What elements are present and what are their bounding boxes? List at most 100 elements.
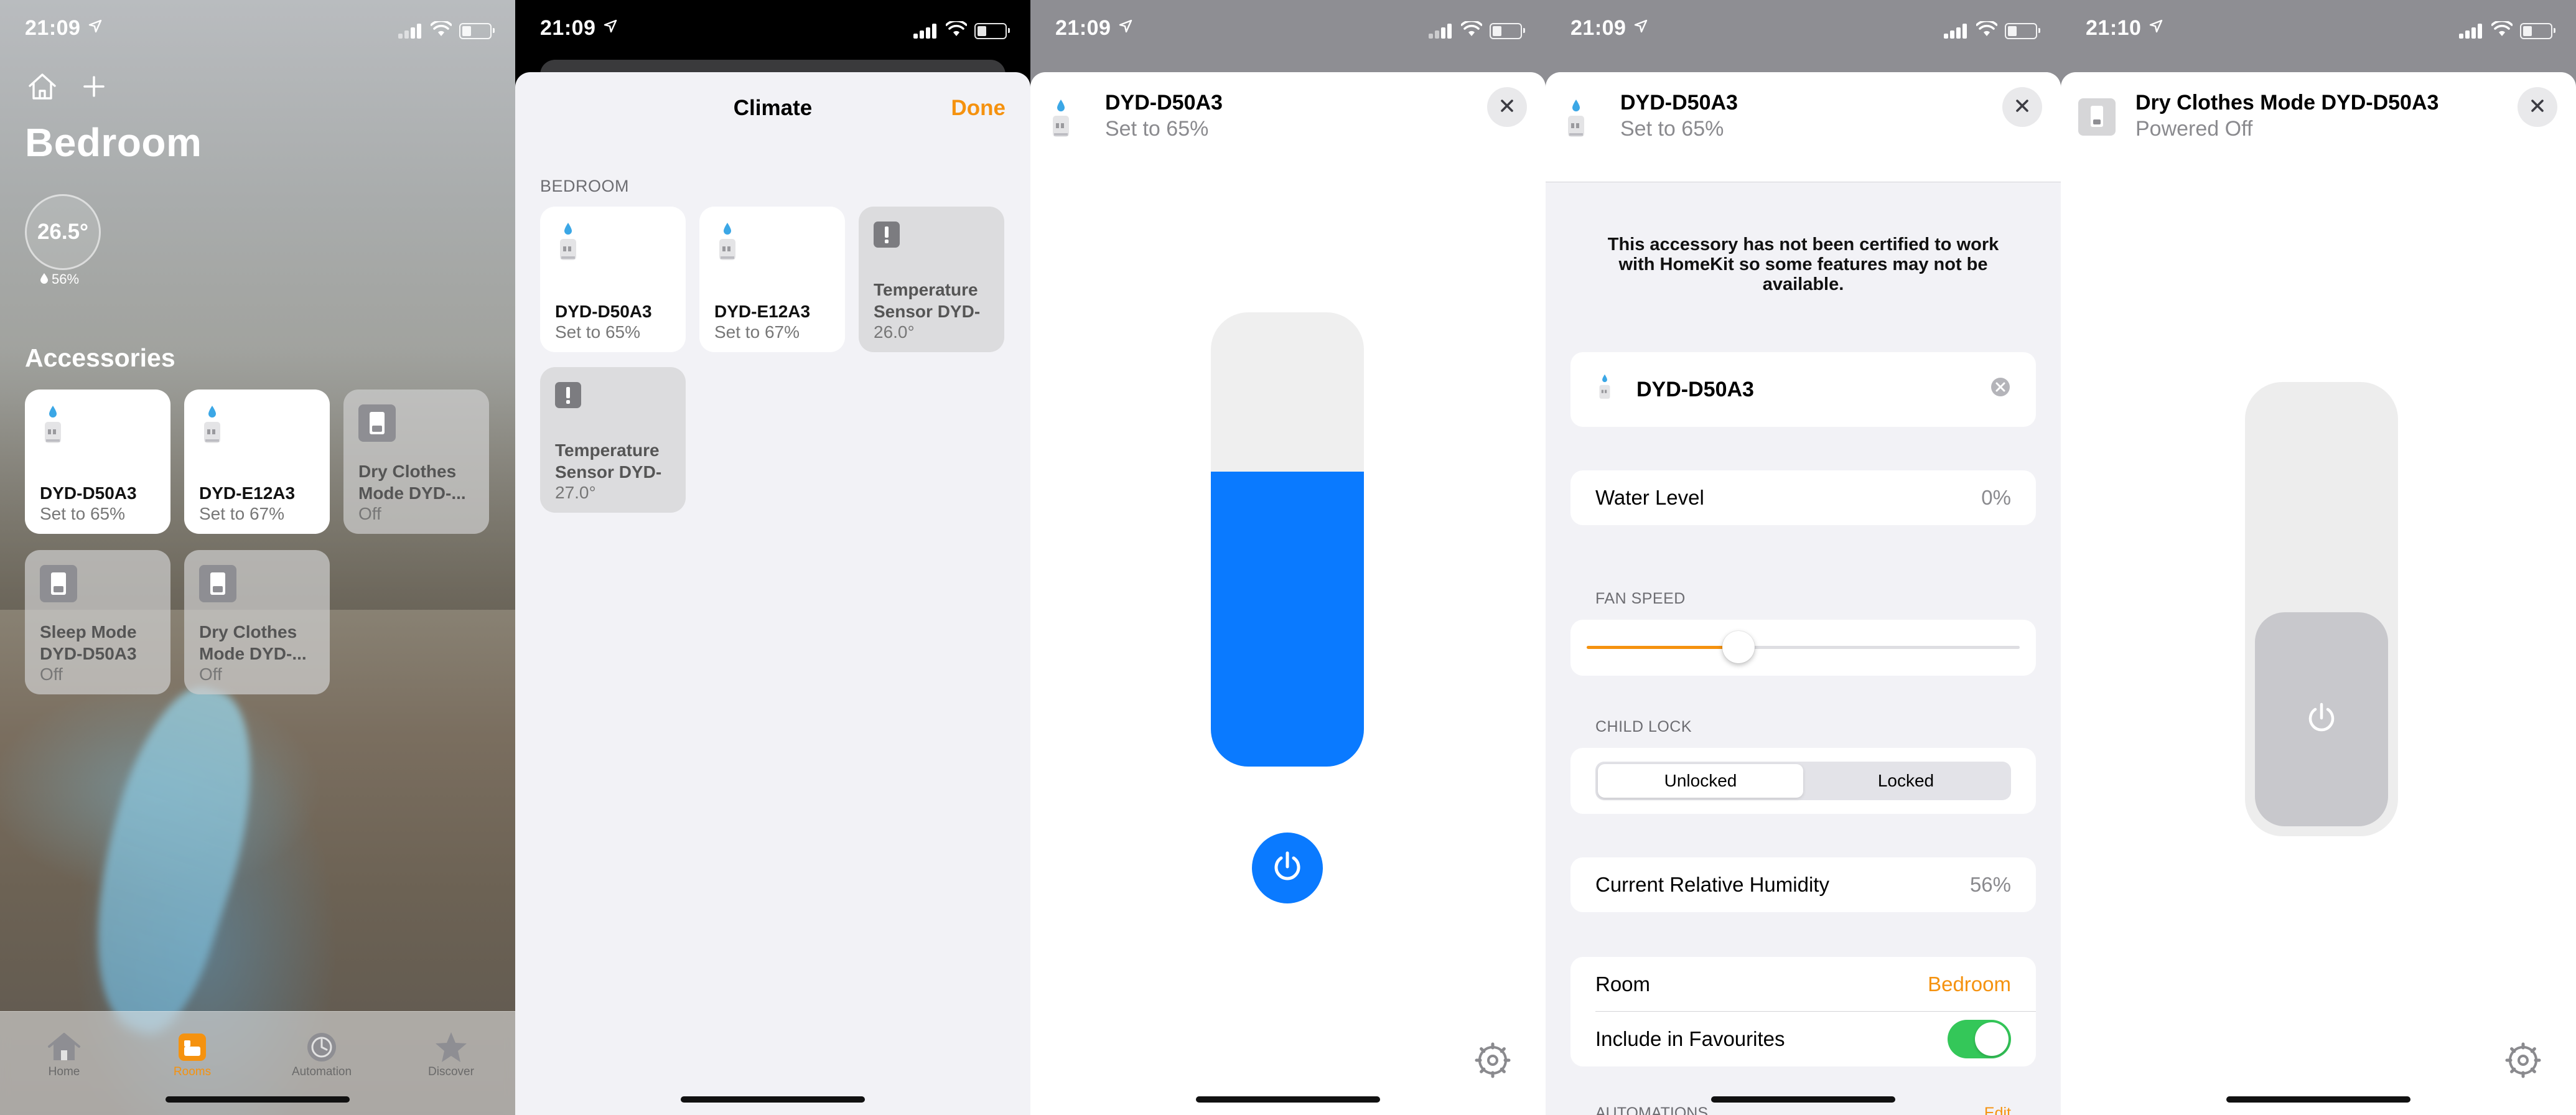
room-row[interactable]: Room Bedroom (1570, 957, 2036, 1012)
card-header: DYD-D50A3 Set to 65% (1546, 72, 2061, 182)
accessory-tile-dry-clothes-mode-2[interactable]: Dry Clothes Mode DYD-... Off (184, 550, 330, 694)
add-icon[interactable] (82, 75, 106, 101)
power-switch-knob[interactable] (2255, 612, 2388, 826)
accessory-name-group: DYD-D50A3 (1570, 352, 2036, 427)
child-lock-segmented-control: Unlocked Locked (1595, 762, 2011, 800)
battery-icon (2005, 22, 2040, 39)
accessory-settings-screen: 21:09 DYD-D50A3 Set to 65% This accessor… (1546, 0, 2061, 1115)
certification-notice: This accessory has not been certified to… (1607, 235, 1999, 294)
accessory-subtitle: Set to 65% (1105, 117, 1209, 141)
status-bar: 21:09 (1546, 0, 2061, 60)
home-indicator[interactable] (2226, 1096, 2410, 1103)
water-level-row: Water Level 0% (1570, 470, 2036, 525)
dehumidifier-control-screen: 21:09 DYD-D50A3 Set to 65% (1030, 0, 1546, 1115)
accessory-tile-dyd-d50a3[interactable]: DYD-D50A3 Set to 65% (25, 390, 170, 534)
climate-tile-dyd-e12a3[interactable]: DYD-E12A3 Set to 67% (699, 207, 845, 352)
home-indicator[interactable] (681, 1096, 865, 1103)
tab-automation[interactable]: Automation (275, 1029, 368, 1079)
battery-icon (1490, 22, 1525, 39)
status-bar: 21:10 (2061, 0, 2576, 60)
card-header: DYD-D50A3 Set to 65% (1030, 72, 1546, 182)
home-indicator[interactable] (166, 1096, 350, 1103)
sensor-alert-icon (554, 381, 582, 413)
tab-home[interactable]: Home (17, 1029, 111, 1079)
child-lock-locked-option[interactable]: Locked (1803, 764, 2009, 798)
status-time: 21:09 (1055, 16, 1111, 40)
current-humidity-row: Current Relative Humidity 56% (1570, 857, 2036, 912)
climate-tile-temp-sensor-1[interactable]: Temperature Sensor DYD- 26.0° (859, 207, 1004, 352)
fan-speed-slider[interactable] (1587, 631, 2020, 663)
tile-status: Off (358, 504, 381, 523)
automations-edit-link[interactable]: Edit (1984, 1104, 2011, 1115)
tab-discover[interactable]: Discover (404, 1029, 498, 1079)
accessory-tile-dry-clothes-mode[interactable]: Dry Clothes Mode DYD-... Off (343, 390, 489, 534)
gear-icon[interactable] (2505, 1042, 2541, 1081)
accessory-name-field[interactable]: DYD-D50A3 (1570, 352, 2036, 427)
battery-icon (2520, 22, 2555, 39)
dehumidifier-icon (554, 220, 582, 267)
tile-status: Set to 65% (555, 322, 640, 342)
close-button[interactable] (1487, 87, 1527, 127)
battery-icon (459, 22, 495, 39)
power-button[interactable] (1252, 833, 1323, 903)
status-bar: 21:09 (1030, 0, 1546, 60)
cellular-signal-icon (2459, 23, 2484, 39)
accessory-title: Dry Clothes Mode DYD-D50A3 (2135, 91, 2439, 114)
humidity-target-slider[interactable] (1211, 312, 1364, 767)
room-label: Room (1595, 973, 1651, 996)
wifi-icon (430, 19, 452, 40)
location-arrow-icon (1119, 19, 1132, 36)
switch-icon (39, 564, 78, 607)
close-button[interactable] (2002, 87, 2042, 127)
dehumidifier-icon (713, 220, 742, 267)
humidity-value: 56% (52, 271, 80, 287)
fan-speed-knob[interactable] (1722, 631, 1755, 663)
water-level-value: 0% (1981, 486, 2011, 509)
favourites-toggle[interactable] (1948, 1020, 2011, 1058)
accessory-subtitle: Set to 65% (1620, 117, 1724, 141)
climate-tile-temp-sensor-2[interactable]: Temperature Sensor DYD- 27.0° (540, 367, 686, 513)
close-button[interactable] (2518, 87, 2557, 127)
wifi-icon (1460, 19, 1483, 40)
close-icon (1499, 98, 1515, 117)
status-time: 21:09 (25, 16, 81, 40)
dehumidifier-icon (39, 403, 67, 450)
home-icon[interactable] (27, 72, 57, 104)
tile-name: DYD-E12A3 (714, 302, 811, 321)
accessory-tile-sleep-mode[interactable]: Sleep Mode DYD-D50A3 Off (25, 550, 170, 694)
accessory-name-value: DYD-D50A3 (1636, 377, 1754, 401)
power-icon (1269, 848, 1306, 889)
home-indicator[interactable] (1711, 1096, 1895, 1103)
tile-status: Off (40, 665, 63, 684)
fan-speed-label: FAN SPEED (1595, 590, 1686, 607)
home-room-screen: 21:09 Bedroom 26.5° 56% Accessories DYD-… (0, 0, 515, 1115)
clear-text-icon[interactable] (1990, 376, 2011, 403)
temperature-badge[interactable]: 26.5° (25, 194, 101, 270)
done-button[interactable]: Done (951, 96, 1006, 121)
room-value: Bedroom (1928, 973, 2011, 996)
child-lock-unlocked-option[interactable]: Unlocked (1598, 764, 1803, 798)
tile-name: Dry Clothes Mode DYD-... (199, 622, 307, 663)
card-header: Dry Clothes Mode DYD-D50A3 Powered Off (2061, 72, 2576, 182)
dry-clothes-switch-screen: 21:10 Dry Clothes Mode DYD-D50A3 Powered… (2061, 0, 2576, 1115)
accessory-detail-card: DYD-D50A3 Set to 65% (1030, 72, 1546, 1115)
accessory-settings-card: DYD-D50A3 Set to 65% This accessory has … (1546, 72, 2061, 1115)
cellular-signal-icon (1944, 23, 1969, 39)
switch-icon (198, 564, 238, 607)
tab-rooms[interactable]: Rooms (146, 1029, 239, 1079)
accessory-title: DYD-D50A3 (1620, 91, 1738, 114)
switch-detail-card: Dry Clothes Mode DYD-D50A3 Powered Off (2061, 72, 2576, 1115)
cellular-signal-icon (913, 23, 938, 39)
accessory-tile-dyd-e12a3[interactable]: DYD-E12A3 Set to 67% (184, 390, 330, 534)
home-indicator[interactable] (1196, 1096, 1380, 1103)
water-level-group: Water Level 0% (1570, 470, 2036, 525)
fan-speed-group (1570, 620, 2036, 676)
tile-status: Set to 67% (714, 322, 800, 342)
child-lock-label: CHILD LOCK (1595, 718, 1692, 735)
humidity-slider-fill (1211, 471, 1364, 767)
gear-icon[interactable] (1475, 1042, 1511, 1081)
cellular-signal-icon (398, 23, 423, 39)
climate-tile-dyd-d50a3[interactable]: DYD-D50A3 Set to 65% (540, 207, 686, 352)
droplet-icon (40, 271, 49, 287)
power-switch[interactable] (2245, 382, 2398, 836)
